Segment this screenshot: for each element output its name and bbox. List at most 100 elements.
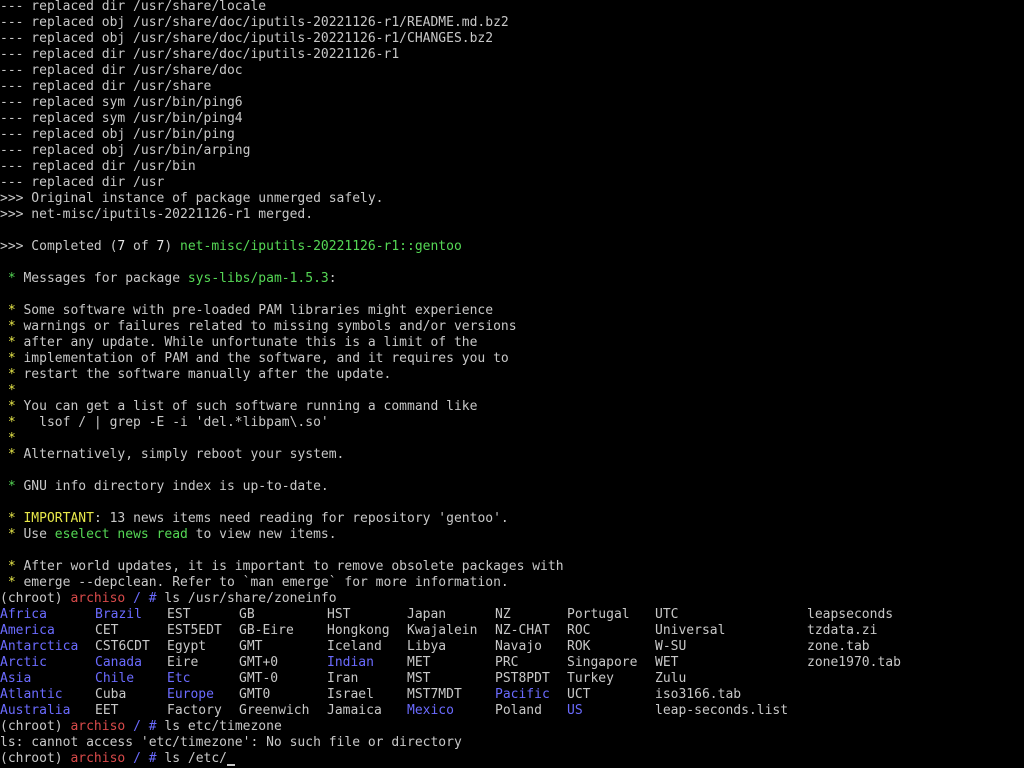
terminal-text: after any update. While unfortunate this… [23,335,478,350]
zoneinfo-file: GMT+0 [239,655,279,670]
zoneinfo-file: UCT [567,687,591,702]
terminal-text: --- replaced obj /usr/bin/ping [0,127,235,142]
zoneinfo-file: CST6CDT [95,639,150,654]
terminal-text: --- replaced sym /usr/bin/ping6 [0,95,243,110]
zoneinfo-file: Greenwich [239,703,310,718]
terminal-window[interactable]: --- replaced dir /usr/share/locale --- re… [0,0,1024,768]
zoneinfo-file: iso3166.tab [655,687,742,702]
terminal-text: * [0,575,24,590]
terminal-text: * [0,303,24,318]
terminal-text: >>> Original instance of package unmerge… [0,191,384,206]
terminal-text: eselect news read [54,527,188,542]
terminal-text: (chroot) [0,719,71,734]
terminal-line: --- replaced dir /usr/share/locale [0,0,1024,15]
zoneinfo-directory: America [0,623,55,638]
zoneinfo-row: Asia Chile Etc GMT-0 Iran MST PST8PDT Turkey Zul… [0,671,1024,687]
zoneinfo-file: Jamaica [327,703,382,718]
zoneinfo-file: Navajo [495,639,542,654]
zoneinfo-file: GB [239,607,255,622]
terminal-line: >>> net-misc/iputils-20221126-r1 merged. [0,207,1024,223]
terminal-text: --- replaced dir /usr/share/locale [0,0,267,14]
zoneinfo-file: NZ-CHAT [495,623,550,638]
zoneinfo-file: Egypt [167,639,207,654]
terminal-text: ) [164,239,181,254]
terminal-text: --- replaced obj /usr/share/doc/iputils-… [0,31,494,46]
zoneinfo-file: MST [407,671,431,686]
zoneinfo-file: PST8PDT [495,671,550,686]
terminal-text: / # [125,591,165,606]
zoneinfo-row: Antarctica CST6CDT Egypt GMT Iceland Libya Nav… [0,639,1024,655]
zoneinfo-file: leap-seconds.list [655,703,789,718]
terminal-line: * IMPORTANT: 13 news items need reading … [0,511,1024,527]
zoneinfo-file: ROC [567,623,591,638]
zoneinfo-file: Factory [167,703,222,718]
terminal-text: to view new items. [187,527,337,542]
terminal-text: archiso [70,591,126,606]
command-prompt-line[interactable]: (chroot) archiso / # ls /etc/ [0,751,1024,767]
zoneinfo-file: GMT [239,639,263,654]
zoneinfo-file: Eire [167,655,199,670]
zoneinfo-file: GMT-0 [239,671,279,686]
terminal-line: * After world updates, it is important t… [0,559,1024,575]
terminal-text: ls: cannot access 'etc/timezone': No suc… [0,735,462,750]
zoneinfo-row: America CET EST5EDT GB-Eire Hongkong Kwajalei… [0,623,1024,639]
zoneinfo-file: ROK [567,639,591,654]
zoneinfo-file: CET [95,623,119,638]
terminal-line: (chroot) archiso / # ls /usr/share/zonei… [0,591,1024,607]
terminal-text: ls /usr/share/zoneinfo [164,591,337,606]
zoneinfo-file: Japan [407,607,447,622]
zoneinfo-file: Zulu [655,671,687,686]
zoneinfo-file: Cuba [95,687,127,702]
terminal-line: --- replaced dir /usr [0,175,1024,191]
zoneinfo-directory: Pacific [495,687,550,702]
zoneinfo-file: Turkey [567,671,614,686]
terminal-text: * [0,447,24,462]
zoneinfo-file: Hongkong [327,623,390,638]
terminal-text: * [0,511,24,526]
zoneinfo-directory: Africa [0,607,47,622]
terminal-output-after: (chroot) archiso / # ls etc/timezone ls: … [0,719,1024,751]
zoneinfo-file: Poland [495,703,542,718]
command-input[interactable]: ls /etc/ [164,751,227,766]
zoneinfo-file: W-SU [655,639,687,654]
zoneinfo-file: Iceland [327,639,382,654]
zoneinfo-file: MET [407,655,431,670]
terminal-text: emerge --depclean. Refer to `man emerge`… [23,575,509,590]
terminal-line: * Use eselect news read to view new item… [0,527,1024,543]
zoneinfo-directory: Mexico [407,703,454,718]
zoneinfo-file: PRC [495,655,519,670]
terminal-line: * restart the software manually after th… [0,367,1024,383]
terminal-text: * [0,351,24,366]
zoneinfo-file: zone.tab [807,639,870,654]
terminal-output: --- replaced dir /usr/share/locale --- re… [0,0,1024,607]
terminal-text: Use [23,527,55,542]
zoneinfo-directory: US [567,703,583,718]
zoneinfo-directory: Antarctica [0,639,79,654]
zoneinfo-file: Portugal [567,607,630,622]
zoneinfo-file: NZ [495,607,511,622]
terminal-text: After world updates, it is important to … [23,559,564,574]
zoneinfo-file: Iran [327,671,359,686]
terminal-text: --- replaced sym /usr/bin/ping4 [0,111,243,126]
terminal-text: * [0,399,24,414]
terminal-text: * [0,383,24,398]
terminal-line: --- replaced sym /usr/bin/ping6 [0,95,1024,111]
terminal-text: --- replaced obj /usr/bin/arping [0,143,251,158]
terminal-text: ls etc/timezone [164,719,282,734]
zoneinfo-row: Arctic Canada Eire GMT+0 Indian MET PRC Singapo… [0,655,1024,671]
terminal-text: restart the software manually after the … [23,367,392,382]
terminal-line: --- replaced sym /usr/bin/ping4 [0,111,1024,127]
terminal-text: GNU info directory index is up-to-date. [23,479,329,494]
terminal-text: IMPORTANT [23,511,94,526]
zoneinfo-directory: Etc [167,671,191,686]
terminal-text: * [0,415,24,430]
terminal-line: * GNU info directory index is up-to-date… [0,479,1024,495]
terminal-line: (chroot) archiso / # ls etc/timezone [0,719,1024,735]
terminal-text: * [0,367,24,382]
terminal-line: * You can get a list of such software ru… [0,399,1024,415]
zoneinfo-file: EST5EDT [167,623,222,638]
zoneinfo-file: EST [167,607,191,622]
